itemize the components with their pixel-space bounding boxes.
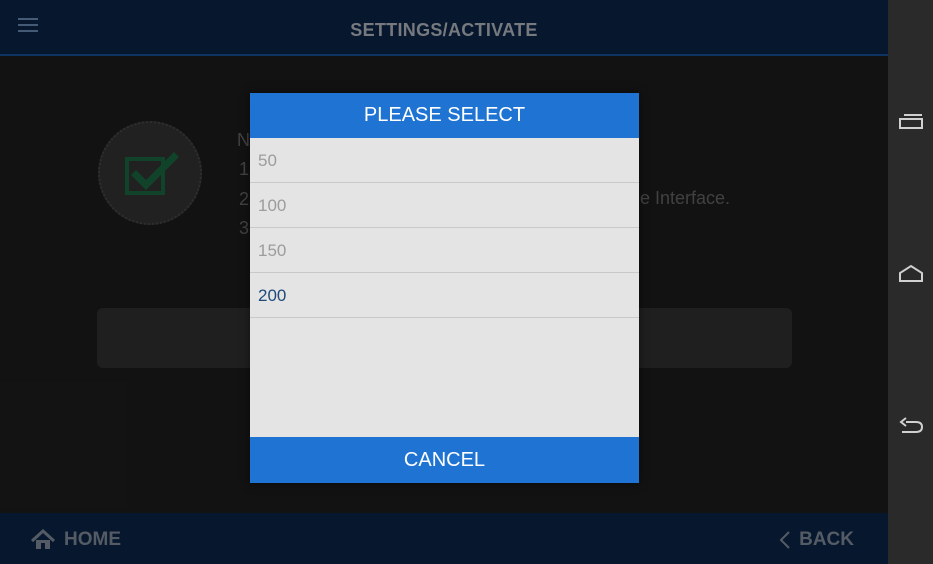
recent-apps-icon[interactable]	[896, 108, 926, 138]
back-nav-icon[interactable]	[896, 411, 926, 441]
option-200[interactable]: 200	[250, 273, 639, 318]
select-dialog: PLEASE SELECT 50 100 150 200 CANCEL	[250, 93, 639, 483]
home-nav-icon[interactable]	[896, 259, 926, 289]
option-50[interactable]: 50	[250, 138, 639, 183]
system-nav-bar	[888, 0, 933, 564]
dialog-title: PLEASE SELECT	[250, 93, 639, 138]
cancel-button[interactable]: CANCEL	[250, 437, 639, 483]
option-150[interactable]: 150	[250, 228, 639, 273]
option-100[interactable]: 100	[250, 183, 639, 228]
